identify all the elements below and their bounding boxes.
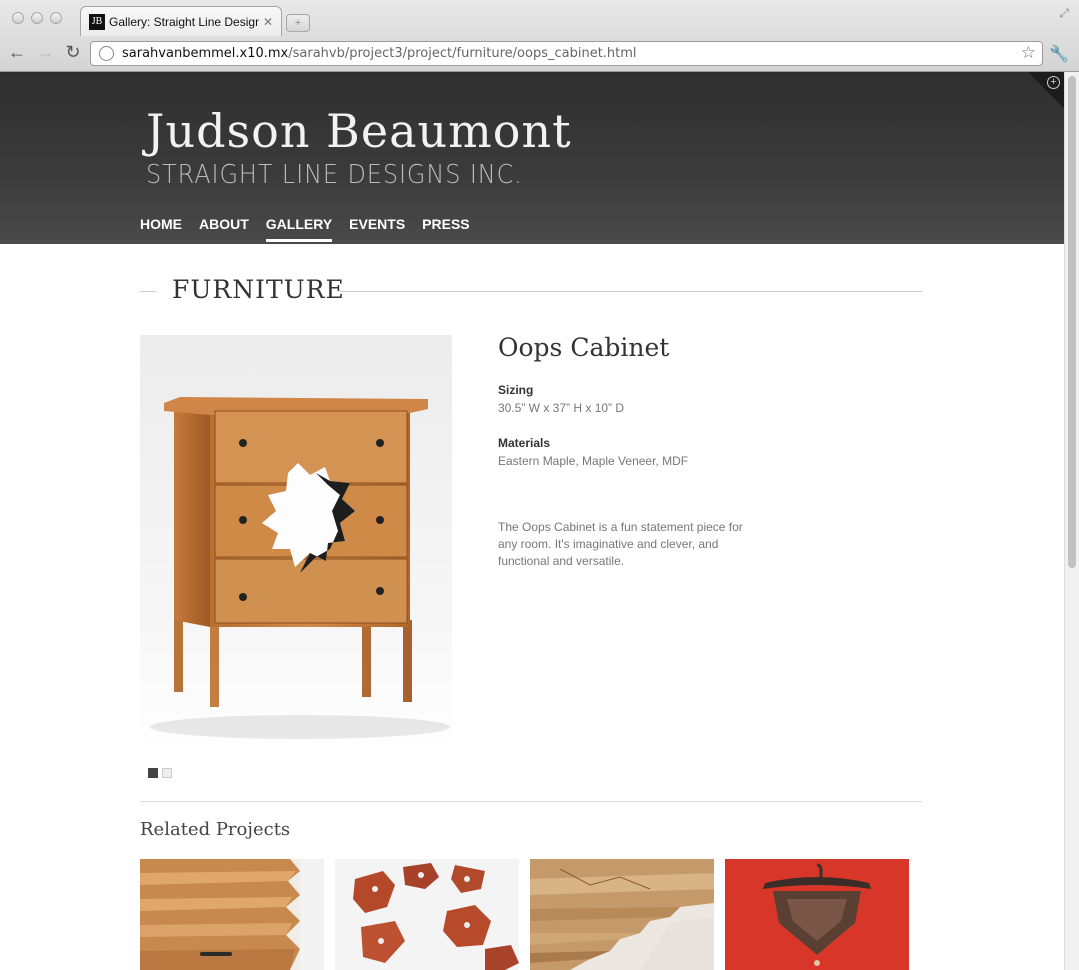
layered-wood-table-image [530,859,714,970]
exploding-drawers-image [335,859,519,970]
minimize-window-button[interactable] [31,12,43,24]
sizing-label: Sizing [498,383,534,397]
red-wall-hanger-image [725,859,909,970]
materials-label: Materials [498,436,551,450]
back-button[interactable]: ← [6,42,28,62]
nav-home[interactable]: HOME [140,216,182,242]
browser-chrome: JB Gallery: Straight Line Designs ✕ + ⤢ … [0,0,1079,72]
nav-gallery[interactable]: GALLERY [265,216,333,242]
main-nav: HOME ABOUT GALLERY EVENTS PRESS [140,216,470,242]
tab-close-icon[interactable]: ✕ [263,15,273,29]
section-heading: FURNITURE [140,275,922,305]
site-header: + Judson Beaumont STRAIGHT LINE DESIGNS … [0,72,1064,244]
slider-pagination [148,768,172,778]
address-bar[interactable]: sarahvanbemmel.x10.mx/sarahvb/project3/p… [90,41,1043,66]
product-title: Oops Cabinet [498,333,670,362]
plus-circle-icon[interactable]: + [1047,76,1060,89]
new-tab-button[interactable]: + [286,14,310,32]
related-project-thumb[interactable] [140,859,324,970]
product-photo [140,335,452,751]
divider [140,801,922,802]
url-text: sarahvanbemmel.x10.mx/sarahvb/project3/p… [122,46,637,61]
wrench-menu-icon[interactable]: 🔧 [1049,44,1069,64]
related-project-thumb[interactable] [335,859,519,970]
related-project-thumb[interactable] [530,859,714,970]
sizing-value: 30.5” W x 37” H x 10” D [498,401,625,415]
reload-button[interactable]: ↻ [62,42,84,62]
close-window-button[interactable] [12,12,24,24]
nav-about[interactable]: ABOUT [199,216,249,242]
materials-value: Eastern Maple, Maple Veneer, MDF [498,454,689,468]
slider-dot-1[interactable] [148,768,158,778]
corner-fold: + [1028,72,1064,108]
brand-name[interactable]: Judson Beaumont [146,104,572,158]
related-projects-list [140,859,909,970]
page-scrollbar[interactable] [1064,72,1079,970]
zoom-window-button[interactable] [50,12,62,24]
window-controls [12,12,62,24]
slider-dot-2[interactable] [162,768,172,778]
fullscreen-icon[interactable]: ⤢ [1059,6,1069,21]
section-title: FURNITURE [172,275,345,304]
nav-press[interactable]: PRESS [422,216,469,242]
product-description: The Oops Cabinet is a fun statement piec… [498,520,743,568]
heading-rule-left [140,291,156,292]
browser-tab[interactable]: JB Gallery: Straight Line Designs ✕ [80,6,282,36]
brand-subtitle: STRAIGHT LINE DESIGNS INC. [146,160,523,190]
tab-title: Gallery: Straight Line Designs [109,14,259,29]
related-project-thumb[interactable] [725,859,909,970]
scrollbar-thumb[interactable] [1068,76,1076,568]
oops-cabinet-image [150,397,450,739]
forward-button[interactable]: → [34,42,56,62]
favicon-icon: JB [89,13,105,30]
related-projects-title: Related Projects [140,819,291,840]
bookmark-star-icon[interactable]: ☆ [1021,43,1036,63]
url-path: /sarahvb/project3/project/furniture/oops… [288,46,637,61]
url-host: sarahvanbemmel.x10.mx [122,46,289,61]
heading-rule-right [340,291,922,292]
folded-wood-dresser-image [140,859,324,970]
globe-icon [99,46,114,61]
nav-events[interactable]: EVENTS [349,216,405,242]
